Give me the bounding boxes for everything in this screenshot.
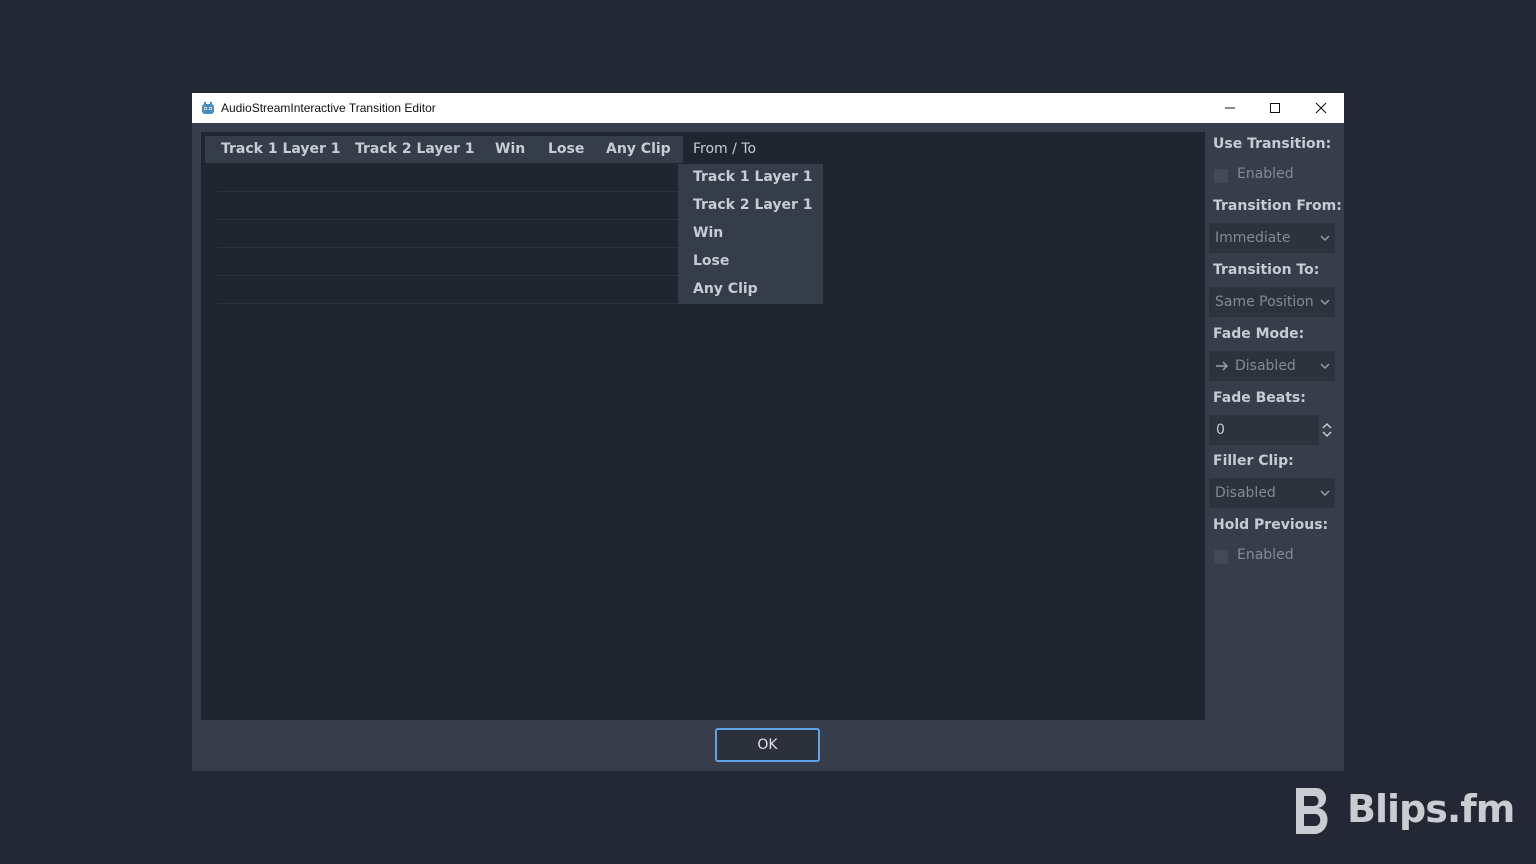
- spinner-arrows-icon: [1322, 422, 1332, 438]
- minimize-icon: [1225, 107, 1235, 109]
- window-title: AudioStreamInteractive Transition Editor: [221, 101, 436, 115]
- hold-previous-checkbox-label: Enabled: [1237, 547, 1294, 563]
- transition-from-value: Immediate: [1215, 230, 1291, 246]
- use-transition-checkbox-label: Enabled: [1237, 166, 1294, 182]
- close-icon: [1315, 102, 1327, 114]
- close-button[interactable]: [1298, 93, 1344, 123]
- table-row[interactable]: [217, 164, 678, 192]
- arrow-right-icon: [1216, 361, 1229, 371]
- chevron-down-icon: [1320, 299, 1330, 306]
- table-row[interactable]: [217, 276, 678, 304]
- column-header-any-clip[interactable]: Any Clip: [606, 141, 671, 157]
- column-header-lose[interactable]: Lose: [548, 141, 584, 157]
- chevron-down-icon: [1320, 490, 1330, 497]
- fade-mode-dropdown[interactable]: Disabled: [1209, 351, 1335, 381]
- chevron-down-icon: [1320, 235, 1330, 242]
- column-header-track-2-layer-1[interactable]: Track 2 Layer 1: [355, 141, 475, 157]
- blips-logo-icon: [1296, 788, 1328, 834]
- filler-clip-dropdown[interactable]: Disabled: [1209, 478, 1335, 508]
- filler-clip-value: Disabled: [1215, 485, 1276, 501]
- minimize-button[interactable]: [1207, 93, 1253, 123]
- fade-mode-label: Fade Mode:: [1213, 326, 1305, 342]
- watermark-text: Blips.fm: [1347, 787, 1515, 831]
- fade-beats-stepper[interactable]: [1319, 415, 1335, 445]
- maximize-button[interactable]: [1252, 93, 1298, 123]
- column-header-win[interactable]: Win: [495, 141, 525, 157]
- blips-watermark: Blips.fm: [1290, 784, 1515, 838]
- hold-previous-label: Hold Previous:: [1213, 517, 1329, 533]
- transition-to-value: Same Position: [1215, 294, 1314, 310]
- fade-mode-value: Disabled: [1235, 358, 1296, 374]
- table-row[interactable]: [217, 248, 678, 276]
- row-header-win[interactable]: Win: [693, 225, 723, 241]
- ok-button[interactable]: OK: [715, 728, 820, 762]
- row-header-bar: Track 1 Layer 1 Track 2 Layer 1 Win Lose…: [678, 164, 823, 304]
- row-header-track-2-layer-1[interactable]: Track 2 Layer 1: [693, 197, 813, 213]
- row-header-track-1-layer-1[interactable]: Track 1 Layer 1: [693, 169, 813, 185]
- transition-from-dropdown[interactable]: Immediate: [1209, 223, 1335, 253]
- chevron-down-icon: [1320, 363, 1330, 370]
- godot-app-icon: [202, 102, 214, 114]
- from-to-corner-label: From / To: [693, 141, 757, 157]
- transition-to-dropdown[interactable]: Same Position: [1209, 287, 1335, 317]
- fade-beats-label: Fade Beats:: [1213, 390, 1306, 406]
- table-row[interactable]: [217, 220, 678, 248]
- checkbox-unchecked-icon: [1214, 550, 1228, 564]
- transition-editor-dialog: AudioStreamInteractive Transition Editor…: [192, 93, 1344, 771]
- column-header-track-1-layer-1[interactable]: Track 1 Layer 1: [221, 141, 341, 157]
- transition-table-panel: Track 1 Layer 1 Track 2 Layer 1 Win Lose…: [201, 132, 1205, 720]
- checkbox-unchecked-icon: [1214, 169, 1228, 183]
- maximize-icon: [1270, 103, 1280, 113]
- fade-beats-value: 0: [1216, 422, 1225, 438]
- transition-from-label: Transition From:: [1213, 198, 1342, 214]
- transition-to-label: Transition To:: [1213, 262, 1320, 278]
- filler-clip-label: Filler Clip:: [1213, 453, 1294, 469]
- use-transition-label: Use Transition:: [1213, 136, 1332, 152]
- column-header-bar: Track 1 Layer 1 Track 2 Layer 1 Win Lose…: [205, 136, 683, 163]
- row-header-lose[interactable]: Lose: [693, 253, 729, 269]
- row-header-any-clip[interactable]: Any Clip: [693, 281, 758, 297]
- table-row[interactable]: [217, 192, 678, 220]
- fade-beats-input[interactable]: 0: [1209, 415, 1319, 445]
- title-bar[interactable]: AudioStreamInteractive Transition Editor: [192, 93, 1344, 123]
- transition-properties-panel: Use Transition: Enabled Transition From:…: [1205, 123, 1344, 771]
